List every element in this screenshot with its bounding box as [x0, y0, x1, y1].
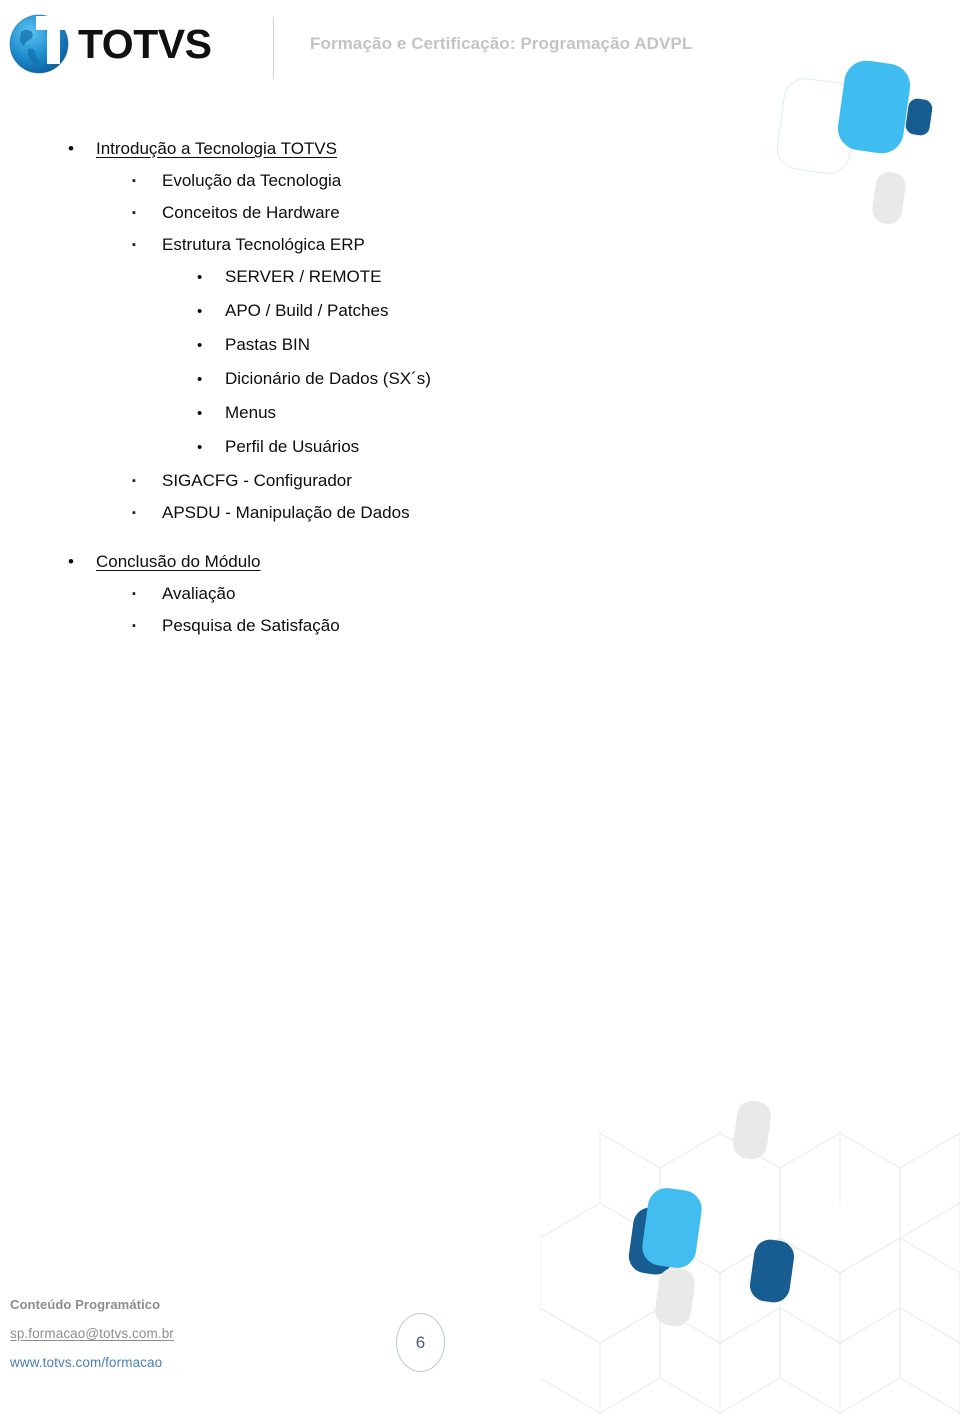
outline-item-level-1: • Conclusão do Módulo: [0, 553, 960, 585]
disc-bullet-icon: •: [197, 371, 203, 388]
outline-item-level-2: ▪ Evolução da Tecnologia: [0, 172, 960, 204]
outline-item-level-3: • Perfil de Usuários: [0, 438, 960, 472]
outline-item-level-3: • Dicionário de Dados (SX´s): [0, 370, 960, 404]
header-divider: [273, 17, 274, 79]
outline-item-level-3: • SERVER / REMOTE: [0, 268, 960, 302]
deco-shape-blue-bottom: [747, 1237, 797, 1305]
disc-bullet-icon: •: [197, 269, 203, 286]
outline-item-label: Conclusão do Módulo: [96, 552, 261, 571]
page-number-badge: 6: [396, 1313, 445, 1372]
page-header: TOTVS Formação e Certificação: Programaç…: [0, 0, 960, 96]
outline-item-level-3: • APO / Build / Patches: [0, 302, 960, 336]
outline-item-label: Dicionário de Dados (SX´s): [225, 369, 431, 388]
outline-item-label: Introdução a Tecnologia TOTVS: [96, 139, 337, 158]
deco-shape-gray-bottom: [731, 1098, 773, 1162]
page-number-value: 6: [415, 1332, 426, 1352]
totvs-t-mark: [36, 16, 72, 64]
outline-item-label: Pesquisa de Satisfação: [162, 616, 340, 635]
footer-title: Conteúdo Programático: [10, 1297, 161, 1312]
footer-website-link[interactable]: www.totvs.com/formacao: [10, 1355, 174, 1370]
outline-item-label: Perfil de Usuários: [225, 437, 360, 456]
outline-item-level-1: • Introdução a Tecnologia TOTVS: [0, 140, 960, 172]
outline-group-gap: [0, 536, 960, 553]
outline-item-label: APSDU - Manipulação de Dados: [162, 503, 410, 522]
outline-item-label: SERVER / REMOTE: [225, 267, 382, 286]
outline-item-label: SIGACFG - Configurador: [162, 471, 352, 490]
square-bullet-icon: ▪: [132, 620, 136, 632]
deco-shape-cyan-bottom: [639, 1185, 705, 1271]
disc-bullet-icon: •: [197, 337, 203, 354]
page-footer: Conteúdo Programático sp.formacao@totvs.…: [10, 1297, 174, 1370]
square-bullet-icon: ▪: [132, 239, 136, 251]
course-outline-list: • Introdução a Tecnologia TOTVS ▪ Evolução …: [0, 140, 960, 649]
outline-item-label: Evolução da Tecnologia: [162, 171, 342, 190]
deco-shape-gray-bottom-2: [653, 1265, 697, 1329]
outline-item-label: Pastas BIN: [225, 335, 311, 354]
totvs-logo: TOTVS: [8, 6, 248, 82]
outline-item-level-3: • Pastas BIN: [0, 336, 960, 370]
page-title: Formação e Certificação: Programação ADV…: [310, 34, 693, 53]
outline-item-label: APO / Build / Patches: [225, 301, 389, 320]
isometric-grid-pattern: [540, 1131, 960, 1414]
outline-item-label: Menus: [225, 403, 277, 422]
totvs-wordmark: TOTVS: [78, 20, 212, 67]
square-bullet-icon: ▪: [132, 175, 136, 187]
footer-email-link[interactable]: sp.formacao@totvs.com.br: [10, 1326, 174, 1341]
disc-bullet-icon: •: [68, 552, 74, 571]
square-bullet-icon: ▪: [132, 207, 136, 219]
outline-item-level-3: • Menus: [0, 404, 960, 438]
deco-shape-navy-top: [904, 97, 934, 137]
disc-bullet-icon: •: [197, 303, 203, 320]
disc-bullet-icon: •: [68, 139, 74, 158]
outline-item-label: Conceitos de Hardware: [162, 203, 340, 222]
disc-bullet-icon: •: [197, 439, 203, 456]
square-bullet-icon: ▪: [132, 588, 136, 600]
outline-item-label: Estrutura Tecnológica ERP: [162, 235, 365, 254]
square-bullet-icon: ▪: [132, 475, 136, 487]
globe-icon: [8, 11, 74, 77]
outline-item-level-2: ▪ Conceitos de Hardware: [0, 204, 960, 236]
outline-item-level-2: ▪ Pesquisa de Satisfação: [0, 617, 960, 649]
outline-item-level-2: ▪ SIGACFG - Configurador: [0, 472, 960, 504]
disc-bullet-icon: •: [197, 405, 203, 422]
outline-item-level-2: ▪ APSDU - Manipulação de Dados: [0, 504, 960, 536]
square-bullet-icon: ▪: [132, 507, 136, 519]
deco-shape-navy-bottom: [626, 1205, 680, 1277]
outline-item-level-2: ▪ Avaliação: [0, 585, 960, 617]
outline-item-label: Avaliação: [162, 584, 236, 603]
outline-item-level-2: ▪ Estrutura Tecnológica ERP: [0, 236, 960, 268]
